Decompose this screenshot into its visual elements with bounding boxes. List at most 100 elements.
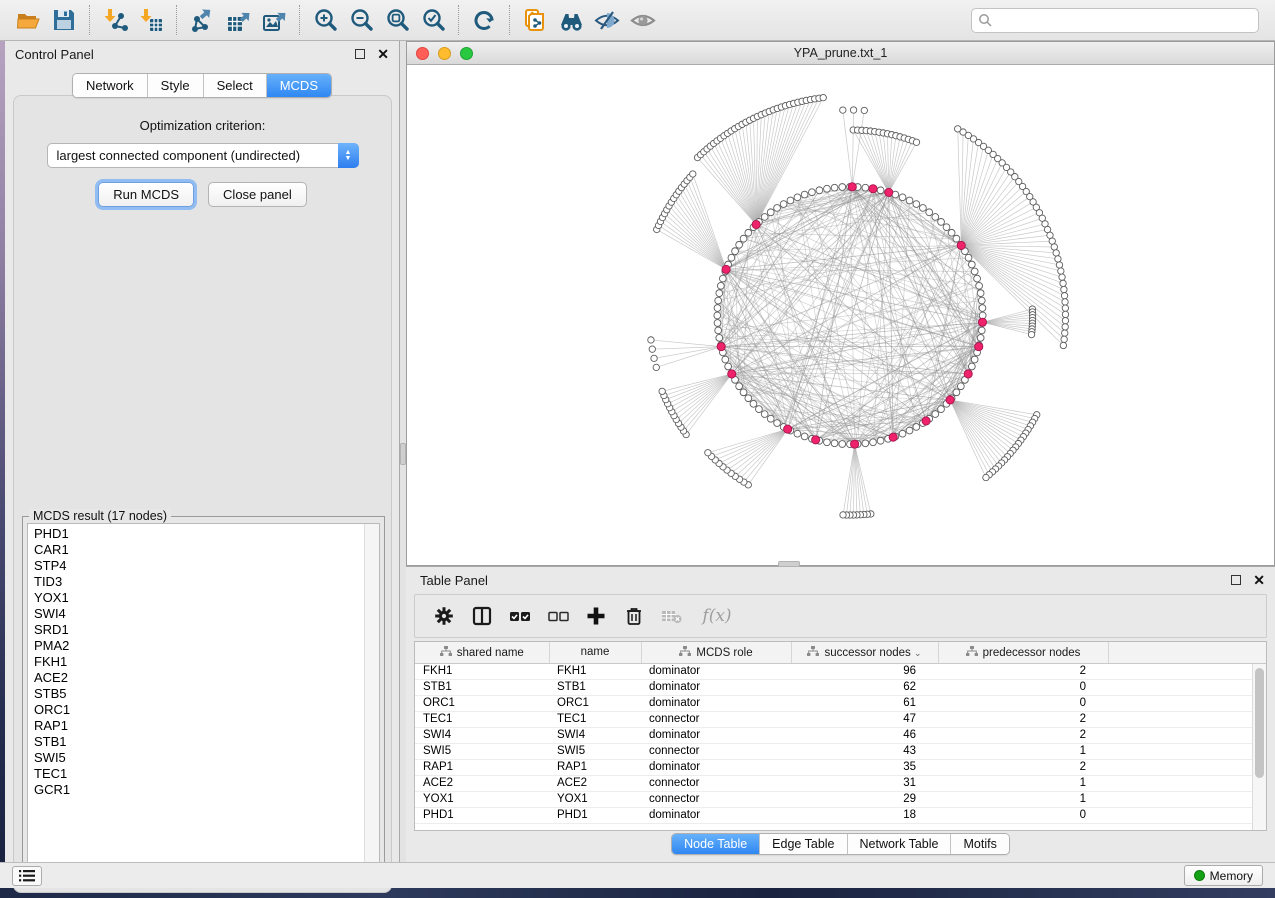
table-panel-header: Table Panel ✕ <box>406 567 1275 593</box>
mcds-result-list[interactable]: PHD1CAR1STP4TID3YOX1SWI4SRD1PMA2FKH1ACE2… <box>27 523 380 882</box>
list-item[interactable]: YOX1 <box>28 590 363 606</box>
table-scrollbar[interactable] <box>1252 664 1266 830</box>
column-header-filler <box>1108 642 1266 663</box>
save-session-button[interactable] <box>46 3 82 37</box>
list-item[interactable]: CAR1 <box>28 542 363 558</box>
table-row[interactable]: FKH1FKH1dominator962 <box>415 663 1266 679</box>
apply-layout-button[interactable] <box>466 3 502 37</box>
list-item[interactable]: SRD1 <box>28 622 363 638</box>
network-graph[interactable] <box>407 65 1274 565</box>
select-stepper-icon: ▲▼ <box>338 143 359 168</box>
close-panel-icon[interactable]: ✕ <box>377 49 389 59</box>
float-panel-icon[interactable] <box>355 49 365 59</box>
table-body[interactable]: FKH1FKH1dominator962STB1STB1dominator620… <box>415 663 1266 823</box>
table-scrollbar-thumb[interactable] <box>1255 668 1264 778</box>
list-item[interactable]: ACE2 <box>28 670 363 686</box>
list-item[interactable]: ORC1 <box>28 702 363 718</box>
table-row[interactable]: STB1STB1dominator620 <box>415 679 1266 695</box>
import-network-button[interactable] <box>97 3 133 37</box>
search-input[interactable] <box>997 13 1252 27</box>
horizontal-splitter-handle[interactable] <box>778 561 800 567</box>
sort-indicator-icon: ⌄ <box>914 648 922 658</box>
zoom-out-button[interactable] <box>343 3 379 37</box>
float-panel-icon[interactable] <box>1231 575 1241 585</box>
unchecked-boxes-icon <box>546 605 570 627</box>
mcds-tab-content: Optimization criterion: largest connecte… <box>13 95 392 893</box>
list-item[interactable]: TEC1 <box>28 766 363 782</box>
column-header[interactable]: name <box>549 642 641 663</box>
tab-mcds[interactable]: MCDS <box>267 74 331 97</box>
table-panel-title: Table Panel <box>420 573 488 588</box>
tab-network-table[interactable]: Network Table <box>848 834 952 854</box>
list-item[interactable]: FKH1 <box>28 654 363 670</box>
tab-motifs[interactable]: Motifs <box>951 834 1008 854</box>
close-panel-icon[interactable]: ✕ <box>1253 575 1265 585</box>
export-image-button[interactable] <box>256 3 292 37</box>
fx-icon: f(x) <box>702 606 731 626</box>
close-panel-button[interactable]: Close panel <box>208 182 307 207</box>
deselect-all-button[interactable] <box>543 601 573 631</box>
table-header[interactable]: shared namenameMCDS rolesuccessor nodes … <box>415 642 1266 663</box>
list-item[interactable]: SWI5 <box>28 750 363 766</box>
task-history-button[interactable] <box>12 866 42 886</box>
table-row[interactable]: ORC1ORC1dominator610 <box>415 695 1266 711</box>
zoom-fit-button[interactable] <box>379 3 415 37</box>
table-row[interactable]: SWI5SWI5connector431 <box>415 743 1266 759</box>
table-settings-button[interactable] <box>429 601 459 631</box>
list-item[interactable]: SWI4 <box>28 606 363 622</box>
select-all-button[interactable] <box>505 601 535 631</box>
zoom-selected-button[interactable] <box>415 3 451 37</box>
mcds-list-scrollbar[interactable] <box>364 524 379 881</box>
tab-edge-table[interactable]: Edge Table <box>760 834 847 854</box>
criterion-select[interactable]: largest connected component (undirected)… <box>47 143 359 168</box>
node-table[interactable]: shared namenameMCDS rolesuccessor nodes … <box>414 641 1267 831</box>
network-canvas[interactable] <box>407 65 1274 565</box>
toolbar-separator <box>299 5 300 35</box>
list-item[interactable]: PHD1 <box>28 526 363 542</box>
tab-network[interactable]: Network <box>73 74 148 97</box>
tab-style[interactable]: Style <box>148 74 204 97</box>
toggle-graphics-details-button[interactable] <box>589 3 625 37</box>
delete-column-button[interactable] <box>619 601 649 631</box>
gear-icon <box>433 605 455 627</box>
table-row[interactable]: PHD1PHD1dominator180 <box>415 807 1266 823</box>
table-row[interactable]: TEC1TEC1connector472 <box>415 711 1266 727</box>
column-header[interactable]: MCDS role <box>641 642 791 663</box>
column-header[interactable]: shared name <box>415 642 549 663</box>
column-header[interactable]: predecessor nodes <box>938 642 1108 663</box>
zoom-in-button[interactable] <box>307 3 343 37</box>
list-item[interactable]: TID3 <box>28 574 363 590</box>
run-mcds-button[interactable]: Run MCDS <box>98 182 194 207</box>
toolbar-separator <box>509 5 510 35</box>
table-row[interactable]: RAP1RAP1dominator352 <box>415 759 1266 775</box>
list-item[interactable]: STP4 <box>28 558 363 574</box>
column-header[interactable]: successor nodes ⌄ <box>791 642 938 663</box>
find-button[interactable] <box>553 3 589 37</box>
export-table-button[interactable] <box>220 3 256 37</box>
export-network-icon <box>189 7 216 34</box>
control-panel-tabs: Network Style Select MCDS <box>5 73 399 98</box>
import-table-button[interactable] <box>133 3 169 37</box>
list-item[interactable]: RAP1 <box>28 718 363 734</box>
list-item[interactable]: PMA2 <box>28 638 363 654</box>
export-network-button[interactable] <box>184 3 220 37</box>
search-box[interactable] <box>971 8 1259 33</box>
table-row[interactable]: YOX1YOX1connector291 <box>415 791 1266 807</box>
export-image-icon <box>261 7 288 34</box>
network-window-titlebar[interactable]: YPA_prune.txt_1 <box>407 42 1274 65</box>
show-hide-button[interactable] <box>625 3 661 37</box>
list-item[interactable]: STB5 <box>28 686 363 702</box>
list-item[interactable]: STB1 <box>28 734 363 750</box>
table-row[interactable]: SWI4SWI4dominator462 <box>415 727 1266 743</box>
show-column-button[interactable] <box>467 601 497 631</box>
column-namespace-icon <box>440 646 452 657</box>
memory-status-icon <box>1194 870 1205 881</box>
tab-select[interactable]: Select <box>204 74 267 97</box>
list-item[interactable]: GCR1 <box>28 782 363 798</box>
table-row[interactable]: ACE2ACE2connector311 <box>415 775 1266 791</box>
network-from-selection-button[interactable] <box>517 3 553 37</box>
create-column-button[interactable] <box>581 601 611 631</box>
tab-node-table[interactable]: Node Table <box>672 834 760 854</box>
memory-button[interactable]: Memory <box>1184 865 1263 886</box>
open-file-button[interactable] <box>10 3 46 37</box>
